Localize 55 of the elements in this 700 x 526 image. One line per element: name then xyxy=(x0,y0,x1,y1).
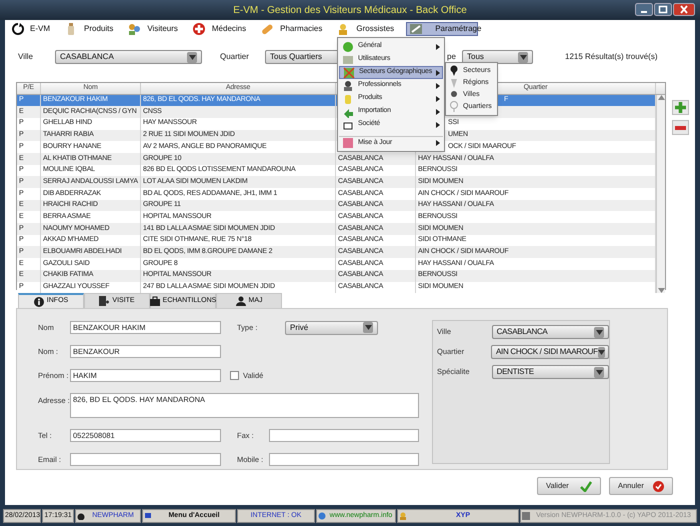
menu-item[interactable]: E-VM xyxy=(8,22,56,36)
type-select[interactable]: Tous xyxy=(462,50,533,64)
type-select[interactable]: Privé xyxy=(285,320,378,334)
leaf-icon xyxy=(342,40,354,52)
dropdown-arrow-icon xyxy=(598,350,605,354)
dropdown-arrow-icon xyxy=(596,370,602,374)
filter-label: pe xyxy=(447,51,457,63)
maximize-icon xyxy=(654,3,672,16)
text-field[interactable] xyxy=(269,453,419,466)
dropdown-arrow-icon xyxy=(596,330,602,334)
submenu-arrow-icon xyxy=(436,44,440,50)
window-title: E-VM - Gestion des Visiteurs Médicaux - Back Office xyxy=(233,4,467,18)
add-button[interactable] xyxy=(672,100,689,115)
submenu-arrow-icon xyxy=(436,108,440,114)
dropdown-arrow-icon xyxy=(188,54,196,60)
menu-item[interactable]: Paramétrage xyxy=(406,22,478,36)
filter-label: Ville xyxy=(18,51,34,63)
submenu-arrow-icon xyxy=(436,70,440,76)
dropdown-arrow-icon xyxy=(364,325,372,330)
text-field[interactable] xyxy=(70,453,221,466)
cancel-icon xyxy=(653,480,664,492)
submenu-arrow-icon xyxy=(436,140,440,146)
filter-label: Quartier xyxy=(220,51,250,63)
scroll-down-icon xyxy=(658,288,664,294)
menu-item[interactable]: Produits xyxy=(62,22,120,36)
quartier-select[interactable]: AIN CHOCK / SIDI MAAROUF xyxy=(491,345,609,359)
menu-item[interactable]: Grossistes xyxy=(334,22,400,36)
menu-item[interactable]: Médecins xyxy=(190,22,252,36)
people-icon xyxy=(127,22,142,36)
menu-item[interactable]: Pharmacies xyxy=(258,22,328,36)
menu-item[interactable]: Visiteurs xyxy=(125,22,184,36)
person-icon xyxy=(342,80,354,92)
refresh-icon xyxy=(10,22,24,36)
checkbox[interactable] xyxy=(230,371,239,380)
specialty-select[interactable]: DENTISTE xyxy=(492,365,609,379)
submenu-arrow-icon xyxy=(436,122,440,128)
close-icon xyxy=(673,3,695,16)
result-count: 1215 Résultat(s) trouvé(s) xyxy=(565,51,658,63)
minimize-icon xyxy=(635,3,653,16)
ville-select[interactable]: CASABLANCA xyxy=(55,50,202,64)
check-icon xyxy=(580,480,592,492)
person-icon xyxy=(399,512,407,520)
text-field[interactable] xyxy=(269,429,419,442)
dropdown-arrow-icon xyxy=(520,54,526,60)
ville-select[interactable]: CASABLANCA xyxy=(492,325,609,339)
bag-icon xyxy=(150,296,160,306)
remove-button[interactable] xyxy=(672,120,689,135)
submenu-arrow-icon xyxy=(436,82,440,88)
scrollbar[interactable] xyxy=(656,94,665,294)
person-icon xyxy=(236,296,246,306)
plus-icon xyxy=(675,102,686,113)
info-icon xyxy=(34,296,44,306)
minus-icon xyxy=(675,126,686,130)
map-icon xyxy=(343,66,355,78)
submenu-arrow-icon xyxy=(436,96,440,102)
